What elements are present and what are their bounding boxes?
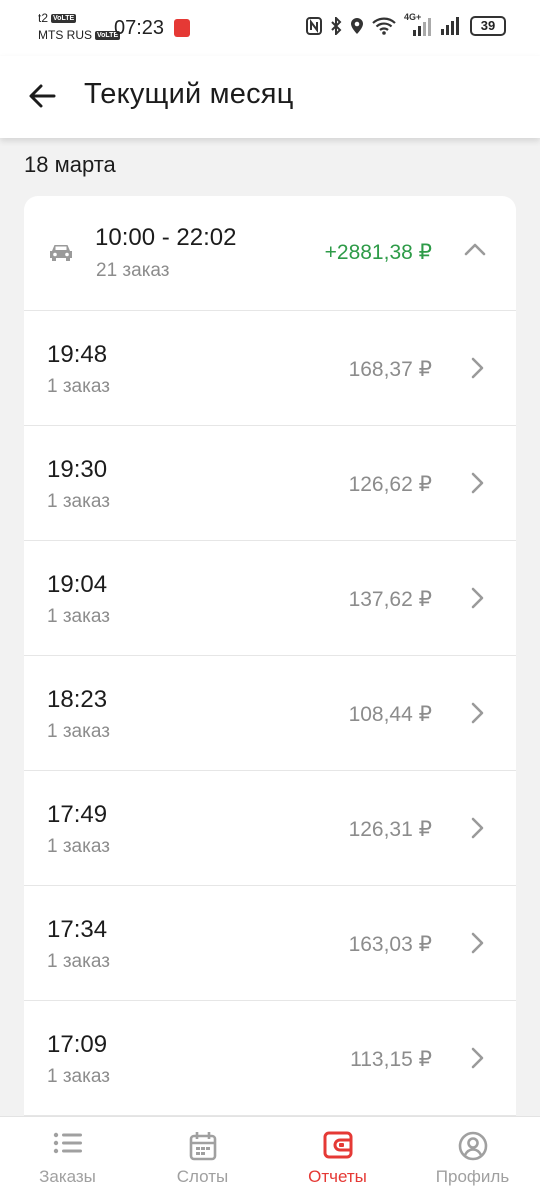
nav-item-reports[interactable]: Отчеты xyxy=(270,1117,405,1200)
order-time: 17:34 xyxy=(47,916,108,943)
chevron-right-icon xyxy=(471,587,484,609)
order-row[interactable]: 19:04 1 заказ 137,62 ₽ xyxy=(24,541,516,656)
order-count: 1 заказ xyxy=(47,1066,110,1087)
order-time: 19:04 xyxy=(47,571,108,598)
order-time: 19:48 xyxy=(47,341,108,368)
order-row[interactable]: 17:09 1 заказ 113,15 ₽ xyxy=(24,1001,516,1116)
shift-card: 10:00 - 22:02 21 заказ +2881,38 ₽ 19:48 … xyxy=(24,196,516,1156)
nav-item-slots[interactable]: Слоты xyxy=(135,1117,270,1200)
order-count: 1 заказ xyxy=(47,721,110,742)
battery-indicator: 39 xyxy=(470,16,506,36)
app-notification-icon xyxy=(174,19,190,37)
nav-item-profile[interactable]: Профиль xyxy=(405,1117,540,1200)
order-row[interactable]: 19:48 1 заказ 168,37 ₽ xyxy=(24,311,516,426)
bottom-navigation: Заказы Слоты Отчеты Профиль xyxy=(0,1116,540,1200)
signal-icon xyxy=(441,17,459,35)
location-icon xyxy=(351,18,363,34)
shift-total-earnings: +2881,38 ₽ xyxy=(324,241,432,264)
status-bar: t2 VoLTE MTS RUS VoLTE 07:23 4G+ 39 xyxy=(0,0,540,56)
nfc-icon xyxy=(306,17,322,35)
order-row[interactable]: 17:49 1 заказ 126,31 ₽ xyxy=(24,771,516,886)
volte-badge: VoLTE xyxy=(51,14,77,23)
nav-label-reports: Отчеты xyxy=(308,1167,367,1186)
calendar-icon xyxy=(189,1132,216,1161)
order-row[interactable]: 19:30 1 заказ 126,62 ₽ xyxy=(24,426,516,541)
chevron-right-icon xyxy=(471,932,484,954)
order-amount: 163,03 ₽ xyxy=(348,933,432,956)
order-time: 19:30 xyxy=(47,456,108,483)
chevron-up-icon[interactable] xyxy=(464,242,486,256)
nav-label-slots: Слоты xyxy=(176,1167,229,1186)
chevron-right-icon xyxy=(471,472,484,494)
order-count: 1 заказ xyxy=(47,951,110,972)
order-row[interactable]: 17:34 1 заказ 163,03 ₽ xyxy=(24,886,516,1001)
car-icon xyxy=(50,245,72,261)
carrier-info: t2 VoLTE MTS RUS VoLTE xyxy=(38,10,121,44)
back-button[interactable] xyxy=(24,78,60,114)
chevron-right-icon xyxy=(471,702,484,724)
top-app-bar: Текущий месяц xyxy=(0,56,540,138)
wallet-icon xyxy=(323,1131,352,1159)
clock: 07:23 xyxy=(114,17,165,39)
order-amount: 168,37 ₽ xyxy=(348,358,432,381)
order-amount: 137,62 ₽ xyxy=(348,588,432,611)
order-time: 17:49 xyxy=(47,801,108,828)
date-heading: 18 марта xyxy=(24,152,116,177)
order-count: 1 заказ xyxy=(47,606,110,627)
nav-item-orders[interactable]: Заказы xyxy=(0,1117,135,1200)
order-amount: 126,62 ₽ xyxy=(348,473,432,496)
order-amount: 108,44 ₽ xyxy=(348,703,432,726)
chevron-right-icon xyxy=(471,1047,484,1069)
order-amount: 126,31 ₽ xyxy=(348,818,432,841)
order-time: 18:23 xyxy=(47,686,108,713)
cellular-4g-icon: 4G+ xyxy=(404,12,432,36)
carrier-2: MTS RUS xyxy=(38,28,92,42)
list-icon xyxy=(53,1132,82,1154)
shift-time-range: 10:00 - 22:02 xyxy=(95,224,237,251)
order-count: 1 заказ xyxy=(47,836,110,857)
shift-summary-row[interactable]: 10:00 - 22:02 21 заказ +2881,38 ₽ xyxy=(24,196,516,311)
bluetooth-icon xyxy=(331,17,342,35)
arrow-left-icon xyxy=(29,84,56,108)
status-icons: 4G+ 39 xyxy=(306,12,506,36)
carrier-1: t2 xyxy=(38,11,49,25)
profile-icon xyxy=(458,1131,487,1161)
order-amount: 113,15 ₽ xyxy=(350,1048,432,1071)
order-count: 1 заказ xyxy=(47,491,110,512)
nav-label-profile: Профиль xyxy=(435,1167,510,1186)
page-title: Текущий месяц xyxy=(84,78,294,110)
order-row[interactable]: 18:23 1 заказ 108,44 ₽ xyxy=(24,656,516,771)
chevron-right-icon xyxy=(471,357,484,379)
wifi-icon xyxy=(372,17,396,35)
order-count: 1 заказ xyxy=(47,376,110,397)
chevron-right-icon xyxy=(471,817,484,839)
order-time: 17:09 xyxy=(47,1031,108,1058)
nav-label-orders: Заказы xyxy=(39,1167,96,1186)
shift-order-count: 21 заказ xyxy=(96,260,170,281)
